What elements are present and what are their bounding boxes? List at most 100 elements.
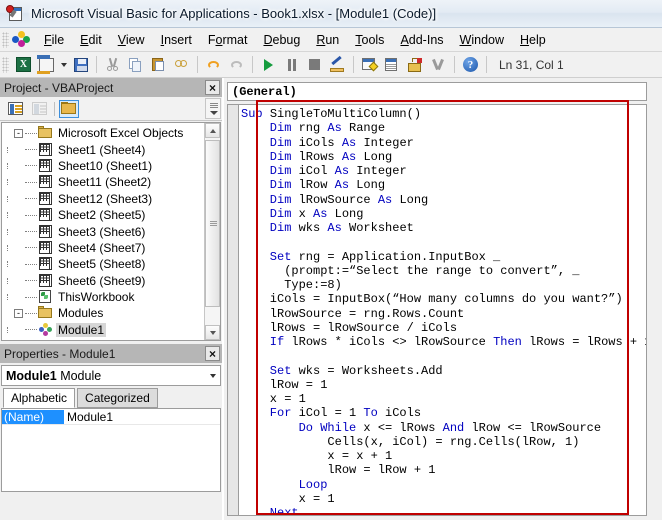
- copy-icon[interactable]: [125, 54, 146, 75]
- tree-item[interactable]: Sheet1 (Sheet4): [2, 141, 203, 157]
- properties-object-selector[interactable]: Module1 Module: [1, 365, 221, 386]
- tree-item-label: Sheet2 (Sheet5): [58, 208, 146, 223]
- tree-item[interactable]: Sheet5 (Sheet8): [2, 256, 203, 272]
- view-excel-icon[interactable]: X: [13, 54, 34, 75]
- menu-item-run[interactable]: Run: [308, 30, 347, 50]
- tree-item-label: Sheet6 (Sheet9): [58, 273, 146, 288]
- view-object-icon[interactable]: [29, 100, 49, 118]
- toolbar-separator: [197, 56, 198, 73]
- project-toolbar-separator: [54, 101, 55, 116]
- code-line: Set rng = Application.InputBox _: [241, 249, 501, 264]
- sheet-icon: [38, 257, 53, 271]
- tree-item[interactable]: Sheet3 (Sheet6): [2, 223, 203, 239]
- menu-item-insert[interactable]: Insert: [153, 30, 200, 50]
- code-line: lRowSource = rng.Rows.Count: [241, 306, 465, 321]
- scroll-down-arrow-icon[interactable]: [205, 325, 220, 340]
- code-line: lRow = lRow + 1: [241, 463, 436, 478]
- project-tree[interactable]: - Microsoft Excel Objects Sheet1 (Sheet4) S…: [1, 122, 221, 341]
- code-object-dropdown[interactable]: (General): [227, 82, 647, 101]
- menu-item-help[interactable]: Help: [512, 30, 554, 50]
- tree-item[interactable]: Sheet11 (Sheet2): [2, 174, 203, 190]
- project-toolbar-scroll-stub[interactable]: [205, 98, 221, 119]
- tree-item-label: Module1: [56, 322, 107, 337]
- code-margin-indicator-bar[interactable]: [228, 105, 239, 515]
- tree-item[interactable]: Sheet4 (Sheet7): [2, 240, 203, 256]
- sheet-icon: [38, 175, 53, 189]
- find-icon[interactable]: [171, 54, 192, 75]
- toolbar-separator: [454, 56, 455, 73]
- tree-expander-icon[interactable]: -: [14, 128, 23, 138]
- cut-icon[interactable]: [102, 54, 123, 75]
- tree-item[interactable]: ThisWorkbook: [2, 289, 203, 305]
- code-line: x = 1: [241, 491, 335, 506]
- project-explorer-icon[interactable]: [359, 54, 380, 75]
- project-panel-toolbar: [0, 97, 222, 121]
- tree-expander-icon[interactable]: -: [14, 308, 23, 318]
- vba-app-icon: [6, 4, 24, 23]
- chevron-down-icon[interactable]: [210, 373, 216, 378]
- code-line: Dim rng As Range: [241, 121, 386, 136]
- run-icon[interactable]: [258, 54, 279, 75]
- tree-item-label: Microsoft Excel Objects: [58, 126, 184, 141]
- property-value-cell[interactable]: Module1: [64, 410, 220, 424]
- insert-userform-icon[interactable]: [36, 54, 57, 75]
- project-panel-close-button[interactable]: ×: [205, 80, 220, 95]
- insert-dropdown-icon[interactable]: [59, 54, 68, 75]
- project-tree-scrollbar[interactable]: [204, 123, 220, 340]
- property-row[interactable]: (Name) Module1: [2, 409, 220, 425]
- help-icon[interactable]: ?: [460, 54, 481, 75]
- tree-item[interactable]: Sheet10 (Sheet1): [2, 158, 203, 174]
- menu-grip[interactable]: [2, 31, 9, 48]
- tree-item[interactable]: Sheet6 (Sheet9): [2, 273, 203, 289]
- properties-grid[interactable]: (Name) Module1: [1, 408, 221, 492]
- workbook-icon: [38, 290, 53, 304]
- tree-item[interactable]: - Microsoft Excel Objects: [2, 125, 203, 141]
- code-text[interactable]: Sub SingleToMultiColumn() Dim rng As Ran…: [241, 107, 646, 515]
- tree-item-label: Sheet3 (Sheet6): [58, 224, 146, 239]
- toolbar-grip[interactable]: [2, 56, 9, 73]
- menu-item-debug[interactable]: Debug: [255, 30, 308, 50]
- object-browser-icon[interactable]: [428, 54, 449, 75]
- code-editor[interactable]: Sub SingleToMultiColumn() Dim rng As Ran…: [227, 104, 647, 516]
- toggle-folders-icon[interactable]: [59, 99, 79, 118]
- menu-item-add-ins[interactable]: Add-Ins: [392, 30, 451, 50]
- toolbar-separator: [486, 56, 487, 73]
- tree-item[interactable]: Module1: [2, 322, 203, 338]
- paste-icon[interactable]: [148, 54, 169, 75]
- code-line: iCols = InputBox(“How many columns do yo…: [241, 292, 623, 307]
- tree-item[interactable]: - Modules: [2, 305, 203, 321]
- code-line: Cells(x, iCol) = rng.Cells(lRow, 1): [241, 434, 580, 449]
- menu-item-view[interactable]: View: [110, 30, 153, 50]
- pause-icon[interactable]: [281, 54, 302, 75]
- save-icon[interactable]: [70, 54, 91, 75]
- menu-item-tools[interactable]: Tools: [347, 30, 392, 50]
- properties-window-icon[interactable]: [382, 54, 403, 75]
- redo-icon[interactable]: [226, 54, 247, 75]
- tab-alphabetic[interactable]: Alphabetic: [3, 388, 76, 408]
- tree-item-label: ThisWorkbook: [58, 290, 135, 305]
- properties-panel-close-button[interactable]: ×: [205, 346, 220, 361]
- tree-item[interactable]: Sheet12 (Sheet3): [2, 191, 203, 207]
- tab-categorized[interactable]: Categorized: [77, 388, 158, 408]
- menu-item-format[interactable]: Format: [200, 30, 256, 50]
- scrollbar-thumb[interactable]: [205, 140, 220, 307]
- tree-item-label: Sheet1 (Sheet4): [58, 142, 146, 157]
- undo-icon[interactable]: [203, 54, 224, 75]
- code-line: x = 1: [241, 392, 306, 406]
- view-code-icon[interactable]: [5, 100, 25, 118]
- tree-item-label: Sheet5 (Sheet8): [58, 257, 146, 272]
- stop-icon[interactable]: [304, 54, 325, 75]
- code-line: x = x + 1: [241, 449, 393, 463]
- menu-item-window[interactable]: Window: [452, 30, 512, 50]
- scroll-up-arrow-icon[interactable]: [205, 123, 220, 138]
- left-docked-panels: Project - VBAProject × - Microsoft Excel …: [0, 78, 222, 520]
- code-line: Dim iCol As Integer: [241, 164, 407, 178]
- tree-item[interactable]: Sheet2 (Sheet5): [2, 207, 203, 223]
- menu-item-file[interactable]: File: [36, 30, 72, 50]
- menu-item-edit[interactable]: Edit: [72, 30, 110, 50]
- toolbox-icon[interactable]: [405, 54, 426, 75]
- project-tree-list: - Microsoft Excel Objects Sheet1 (Sheet4) S…: [2, 125, 203, 340]
- properties-object-name: Module1: [6, 368, 57, 383]
- design-mode-icon[interactable]: [327, 54, 348, 75]
